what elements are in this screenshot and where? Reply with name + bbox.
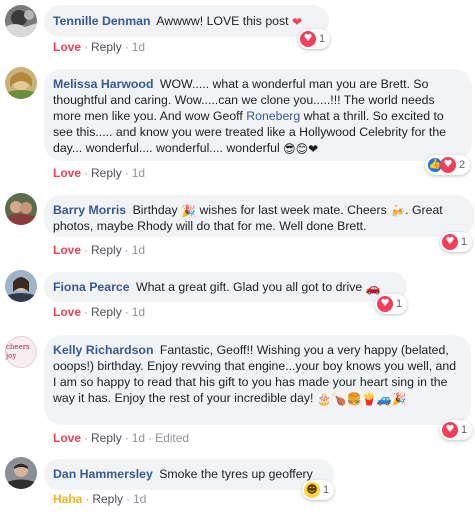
- comment-bubble: Melissa Harwood WOW..... what a wonderfu…: [44, 69, 472, 161]
- love-reaction-link[interactable]: Love: [53, 243, 81, 257]
- comment-bubble: Barry Morris Birthday 🎉 wishes for last …: [44, 195, 474, 237]
- reply-link[interactable]: Reply: [92, 492, 123, 506]
- reaction-summary[interactable]: ♥ 1: [440, 420, 473, 440]
- comment-author[interactable]: Barry Morris: [53, 203, 126, 217]
- reaction-summary[interactable]: ♥ 1: [375, 294, 408, 314]
- comment-author[interactable]: Melissa Harwood: [53, 77, 153, 91]
- comment-bubble: Fiona Pearce What a great gift. Glad you…: [44, 272, 407, 302]
- avatar[interactable]: [5, 5, 39, 39]
- avatar[interactable]: [5, 67, 39, 101]
- reaction-summary[interactable]: 👍 ♥ 2: [425, 155, 471, 175]
- love-icon: ♥: [377, 296, 393, 312]
- comment-actions: Love · Reply · 1d: [53, 166, 146, 180]
- reply-link[interactable]: Reply: [91, 166, 122, 180]
- reaction-count: 1: [319, 33, 326, 45]
- reaction-count: 1: [323, 484, 330, 496]
- love-icon: ♥: [300, 31, 316, 47]
- haha-icon: ☻: [304, 482, 320, 498]
- avatar[interactable]: [5, 457, 39, 491]
- food-car-party-emoji-icon: 🎂🍗🍔🍟🚙🎉: [316, 392, 407, 406]
- party-popper-icon: 🎉: [181, 204, 197, 218]
- comment-bubble: Tennille Denman Awwww! LOVE this post ❤: [44, 5, 329, 37]
- avatar[interactable]: [5, 193, 39, 227]
- timestamp-link[interactable]: 1d: [132, 431, 145, 445]
- comment-actions: Haha · Reply · 1d: [53, 492, 147, 506]
- comment-list: Tennille Denman Awwww! LOVE this post ❤ …: [0, 0, 475, 519]
- comment-actions: Love · Reply · 1d: [53, 40, 146, 54]
- reaction-count: 1: [461, 236, 468, 248]
- reaction-summary[interactable]: ♥ 1: [298, 29, 331, 49]
- smile-sunglasses-heart-emoji-icon: 😎😊❤: [283, 142, 319, 156]
- comment-text: Birthday: [132, 203, 178, 217]
- reaction-summary[interactable]: ☻ 1: [302, 480, 335, 500]
- avatar[interactable]: [5, 270, 39, 304]
- avatar-photo: [5, 67, 37, 99]
- love-icon: ♥: [440, 157, 456, 173]
- mentioned-user-link[interactable]: Roneberg: [246, 109, 300, 123]
- reply-link[interactable]: Reply: [91, 243, 122, 257]
- comment-author[interactable]: Tennille Denman: [53, 14, 150, 28]
- love-reaction-link[interactable]: Love: [53, 166, 81, 180]
- comment-text-continued: wishes for last week mate. Cheers: [199, 203, 387, 217]
- timestamp-link[interactable]: 1d: [132, 166, 145, 180]
- avatar-logo: cheers joy: [5, 336, 37, 368]
- avatar-photo: [5, 270, 37, 302]
- reply-link[interactable]: Reply: [91, 305, 122, 319]
- comment-bubble: Kelly Richardson Fantastic, Geoff!! Wish…: [44, 335, 471, 425]
- timestamp-link[interactable]: 1d: [132, 40, 145, 54]
- avatar-photo: [5, 457, 37, 489]
- reaction-count: 2: [459, 159, 466, 171]
- comment-text: Awwww! LOVE this post: [156, 14, 289, 28]
- timestamp-link[interactable]: 1d: [132, 243, 145, 257]
- reaction-summary[interactable]: ♥ 1: [440, 232, 473, 252]
- love-reaction-link[interactable]: Love: [53, 40, 81, 54]
- reaction-count: 1: [396, 298, 403, 310]
- comment-author[interactable]: Fiona Pearce: [53, 280, 130, 294]
- love-reaction-link[interactable]: Love: [53, 431, 81, 445]
- avatar-logo-text: cheers joy: [6, 343, 30, 360]
- reply-link[interactable]: Reply: [91, 431, 122, 445]
- avatar-photo: [5, 5, 37, 37]
- love-icon: ♥: [442, 234, 458, 250]
- comment-actions: Love · Reply · 1d: [53, 305, 146, 319]
- avatar-photo: [5, 193, 37, 225]
- comment-actions: Love · Reply · 1d · Edited: [53, 431, 190, 445]
- avatar[interactable]: cheers joy: [5, 336, 39, 370]
- love-reaction-link[interactable]: Love: [53, 305, 81, 319]
- heart-emoji-icon: ❤: [292, 15, 303, 29]
- comment-bubble: Dan Hammersley Smoke the tyres up geoffe…: [44, 459, 334, 490]
- love-icon: ♥: [442, 422, 458, 438]
- timestamp-link[interactable]: 1d: [132, 305, 145, 319]
- comment-actions: Love · Reply · 1d: [53, 243, 146, 257]
- reaction-count: 1: [461, 424, 468, 436]
- reply-link[interactable]: Reply: [91, 40, 122, 54]
- haha-reaction-link[interactable]: Haha: [53, 492, 82, 506]
- car-emoji-icon: 🚗: [365, 281, 381, 295]
- beer-mugs-icon: 🍻: [390, 204, 406, 218]
- timestamp-link[interactable]: 1d: [133, 492, 146, 506]
- comment-author[interactable]: Kelly Richardson: [53, 343, 153, 357]
- comment-text: Smoke the tyres up geoffery: [159, 467, 313, 481]
- comment-text: What a great gift. Glad you all got to d…: [135, 280, 363, 294]
- comment-author[interactable]: Dan Hammersley: [53, 467, 153, 481]
- edited-label[interactable]: Edited: [155, 431, 189, 445]
